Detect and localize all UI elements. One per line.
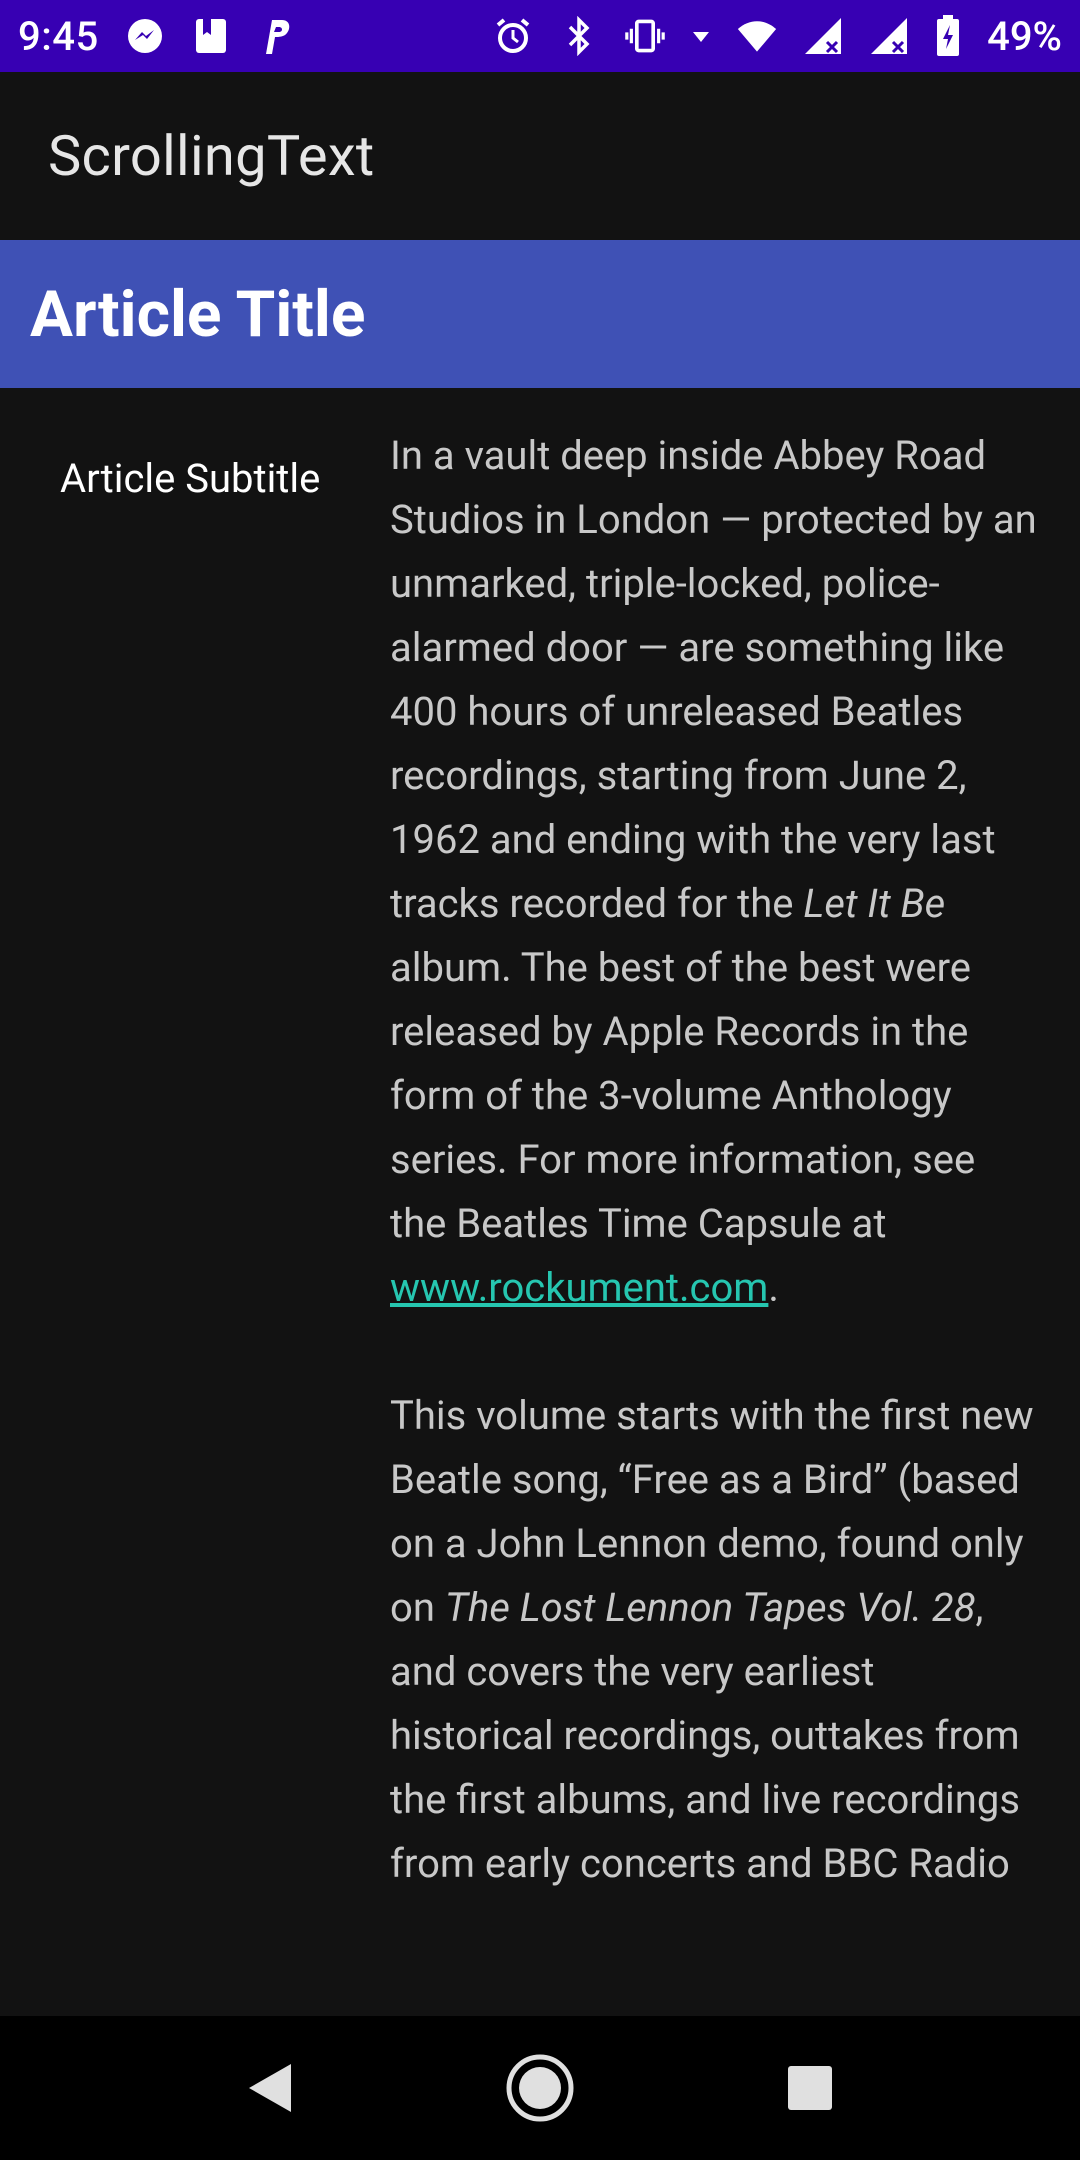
article-paragraph: In a vault deep inside Abbey Road Studio…	[390, 424, 1040, 1320]
signal-icon	[803, 16, 843, 56]
bookmark-app-icon	[191, 16, 231, 56]
recents-button[interactable]	[675, 2016, 945, 2160]
tape-title-italic: The Lost Lennon Tapes Vol. 28	[444, 1584, 976, 1631]
bluetooth-icon	[559, 16, 599, 56]
app-title: ScrollingText	[48, 123, 375, 189]
back-button[interactable]	[135, 2016, 405, 2160]
vibrate-icon	[625, 16, 665, 56]
rockument-link[interactable]: www.rockument.com	[390, 1264, 768, 1311]
app-bar: ScrollingText	[0, 72, 1080, 240]
article-title: Article Title	[30, 276, 366, 352]
signal-2-icon	[869, 16, 909, 56]
navigation-bar	[0, 2016, 1080, 2160]
back-icon	[249, 2064, 291, 2112]
paragraph-text: In a vault deep inside Abbey Road Studio…	[390, 432, 1037, 927]
article-title-bar: Article Title	[0, 240, 1080, 388]
article-subtitle: Article Subtitle	[60, 455, 321, 502]
battery-percent: 49%	[987, 12, 1062, 60]
status-time: 9:45	[18, 12, 99, 60]
wifi-icon	[737, 16, 777, 56]
recents-icon	[788, 2066, 832, 2110]
album-title-italic: Let It Be	[803, 880, 946, 927]
messenger-icon	[125, 16, 165, 56]
paragraph-end: .	[768, 1264, 779, 1311]
home-button[interactable]	[405, 2016, 675, 2160]
alarm-icon	[493, 16, 533, 56]
article-paragraph: This volume starts with the first new Be…	[390, 1384, 1040, 1896]
battery-icon	[935, 15, 961, 56]
article-body: In a vault deep inside Abbey Road Studio…	[390, 424, 1040, 1896]
article-scroll-view[interactable]: Article Subtitle In a vault deep inside …	[0, 388, 1080, 2016]
home-icon	[506, 2054, 574, 2122]
paypal-icon	[257, 16, 297, 56]
data-arrow-icon	[691, 16, 711, 56]
paragraph-text: album. The best of the best were release…	[390, 944, 976, 1247]
status-bar: 9:45 49%	[0, 0, 1080, 72]
